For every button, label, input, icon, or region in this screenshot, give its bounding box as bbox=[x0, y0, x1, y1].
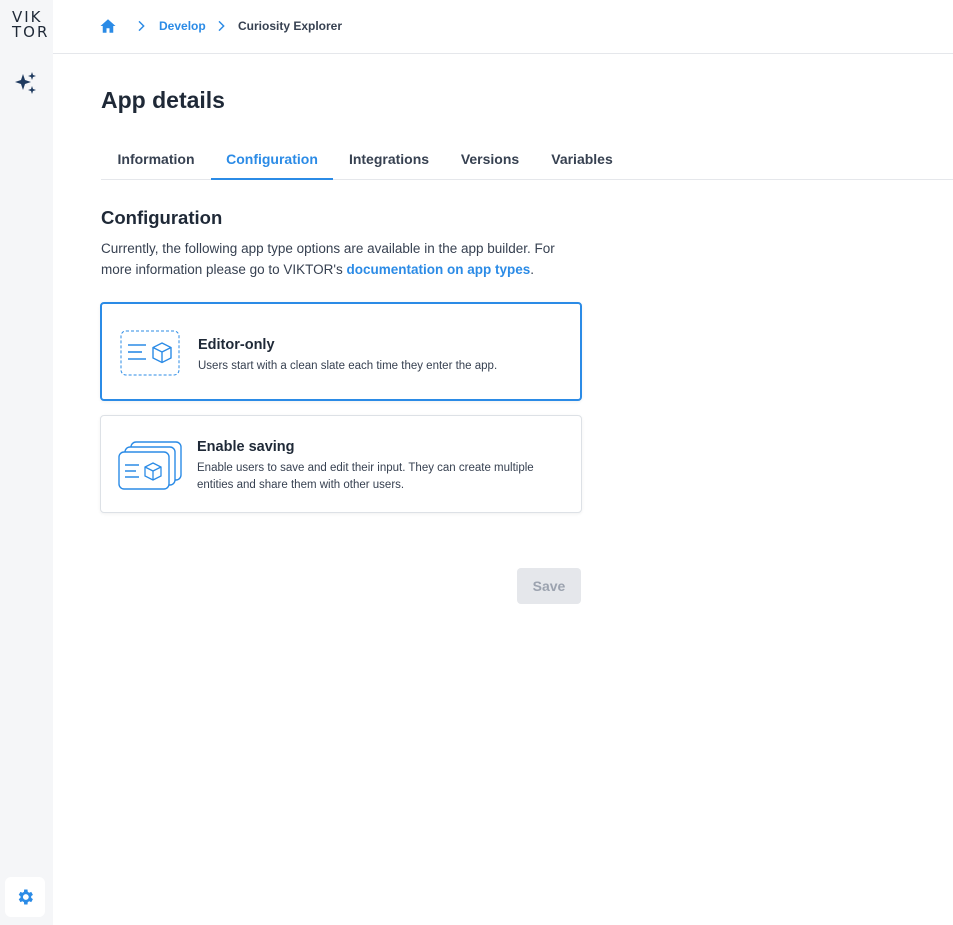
option-description: Users start with a clean slate each time… bbox=[198, 360, 498, 372]
option-description: Enable users to save and edit their inpu… bbox=[197, 462, 534, 491]
section-title: Configuration bbox=[101, 207, 223, 228]
tab-information[interactable]: Information bbox=[101, 140, 211, 180]
settings-button[interactable] bbox=[5, 877, 45, 917]
save-button[interactable]: Save bbox=[517, 568, 581, 604]
breadcrumb-current: Curiosity Explorer bbox=[238, 19, 343, 33]
tab-bar: Information Configuration Integrations V… bbox=[101, 140, 953, 180]
chevron-right-icon bbox=[138, 20, 145, 32]
editor-only-icon bbox=[120, 330, 180, 376]
option-editor-only[interactable]: Editor-only Users start with a clean sla… bbox=[100, 302, 582, 401]
tab-versions[interactable]: Versions bbox=[445, 140, 535, 180]
tab-variables[interactable]: Variables bbox=[535, 140, 629, 180]
home-icon[interactable] bbox=[99, 17, 117, 35]
tab-configuration[interactable]: Configuration bbox=[211, 140, 333, 180]
enable-saving-icon bbox=[118, 441, 182, 490]
sidebar: VIK TOR bbox=[0, 0, 53, 925]
documentation-link[interactable]: documentation on app types bbox=[346, 262, 530, 277]
breadcrumb: Develop Curiosity Explorer bbox=[53, 0, 953, 54]
breadcrumb-develop[interactable]: Develop bbox=[159, 18, 206, 34]
description-suffix: . bbox=[530, 262, 534, 277]
logo-line-2: TOR bbox=[12, 23, 50, 41]
viktor-logo[interactable]: VIK TOR bbox=[12, 10, 54, 42]
option-enable-saving[interactable]: Enable saving Enable users to save and e… bbox=[100, 415, 582, 513]
gear-icon bbox=[18, 889, 33, 905]
chevron-right-icon bbox=[218, 20, 225, 32]
option-title: Editor-only bbox=[198, 337, 275, 353]
sparkle-icon[interactable] bbox=[14, 71, 38, 95]
page-title: App details bbox=[101, 87, 225, 113]
tab-integrations[interactable]: Integrations bbox=[333, 140, 445, 180]
option-title: Enable saving bbox=[197, 439, 295, 455]
configuration-description: Currently, the following app type option… bbox=[101, 238, 586, 280]
